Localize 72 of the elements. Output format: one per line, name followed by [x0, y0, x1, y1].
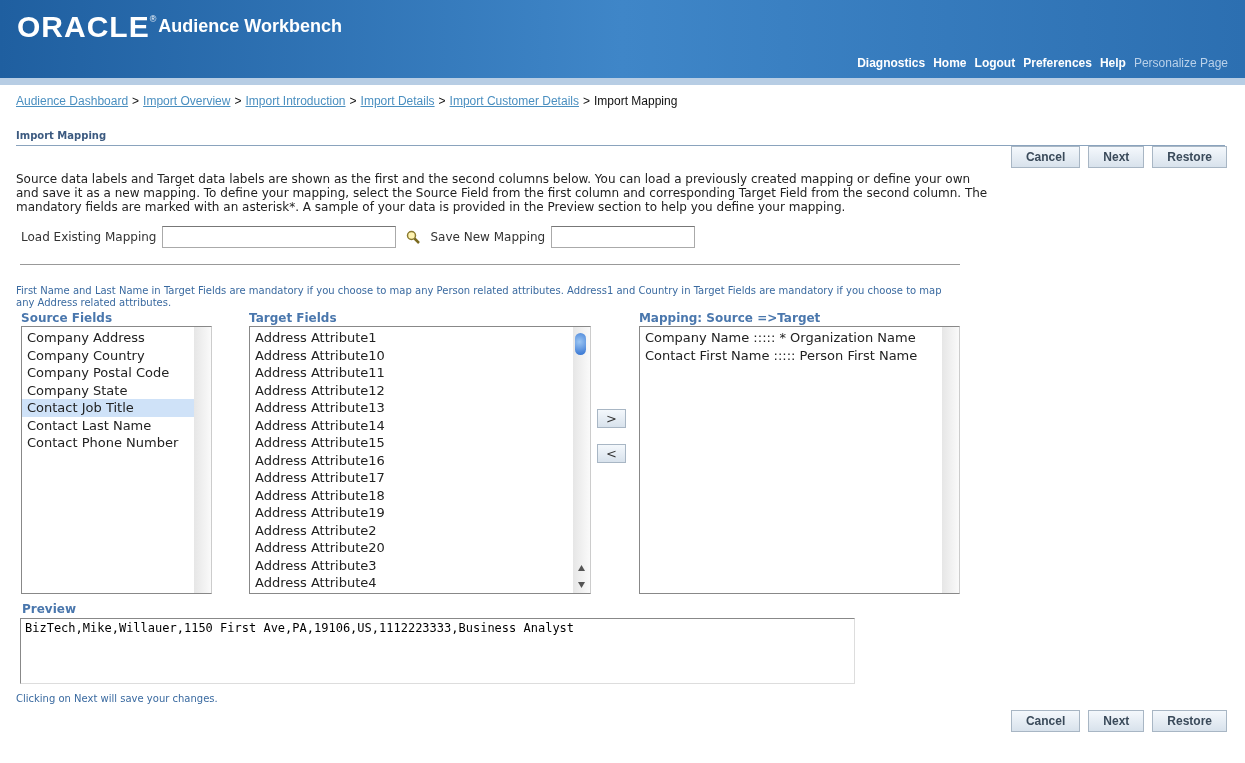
save-mapping-field[interactable] [551, 226, 696, 248]
list-item[interactable]: Company Country [22, 346, 194, 364]
header-link[interactable]: Diagnostics [857, 56, 926, 70]
list-item[interactable]: Address Attribute14 [250, 416, 573, 434]
list-item[interactable]: Address Attribute13 [250, 399, 573, 417]
description-text: Source data labels and Target data labels are shown as the first and the second columns below. You can load a previously created mapping or define your own and save it as a new mapping. To define your mapping, select the Source Field from the first column and corresponding Target Field from the second column. The mandatory fields are marked with an asterisk*. A sample of your data is provided in the Preview section to help you define your mapping. [16, 172, 989, 214]
list-title: Mapping: Source =>Target [638, 311, 822, 325]
breadcrumb-separator: > [234, 94, 242, 108]
scroll-thumb[interactable] [575, 333, 586, 355]
list-item[interactable]: Address Attribute1 [250, 329, 573, 347]
action-button[interactable]: Next [1088, 146, 1145, 168]
list-item[interactable]: Address Attribute11 [250, 364, 573, 382]
breadcrumb-link[interactable]: Import Introduction [245, 94, 346, 108]
breadcrumb-link[interactable]: Import Details [360, 94, 435, 108]
list-item[interactable]: Address Attribute18 [250, 486, 573, 504]
preview-field[interactable]: BizTech,Mike,Willauer,1150 First Ave,PA,19106,US,1112223333,Business Analyst [20, 618, 855, 684]
breadcrumb-separator: > [582, 94, 590, 108]
breadcrumb-separator: > [349, 94, 357, 108]
field-label: Load Existing Mapping [21, 230, 157, 244]
load-mapping-field[interactable] [162, 226, 397, 248]
scrollbar[interactable] [573, 327, 590, 593]
list-item[interactable]: Company Postal Code [22, 364, 194, 382]
header-link[interactable]: Help [1099, 56, 1126, 70]
list-box[interactable]: Company Name ::::: * Organization Name Contact First Name ::::: Person First Name [638, 326, 960, 594]
list-item[interactable]: Address Attribute4 [250, 574, 573, 592]
list-title: Source Fields [21, 311, 114, 325]
preview-title: Preview [22, 602, 77, 616]
list-item[interactable]: Contact First Name ::::: Person First Name [639, 346, 942, 364]
action-button[interactable]: Next [1088, 710, 1145, 732]
list-item[interactable]: Contact Job Title [22, 399, 194, 417]
list-item[interactable]: Address Attribute17 [250, 469, 573, 487]
list-item[interactable]: Address Attribute16 [250, 451, 573, 469]
search-icon[interactable] [406, 230, 421, 244]
list-item[interactable]: Address Attribute10 [250, 346, 573, 364]
list-item[interactable]: Address Attribute19 [250, 504, 573, 522]
breadcrumb-separator: > [438, 94, 446, 108]
footer-note: Clicking on Next will save your changes. [16, 693, 219, 704]
move-button[interactable]: < [597, 444, 626, 463]
header-link[interactable]: Home [933, 56, 967, 70]
breadcrumb-current: Import Mapping [594, 94, 678, 108]
list-item[interactable]: Company State [22, 381, 194, 399]
scrollbar[interactable] [941, 327, 959, 593]
breadcrumb-separator: > [132, 94, 140, 108]
oracle-logo: ORACLE [17, 12, 150, 42]
action-button[interactable]: Restore [1152, 146, 1227, 168]
list-item[interactable]: Company Name ::::: * Organization Name [639, 329, 942, 347]
list-box[interactable]: Company Address Company Country Company Postal Code Company State Contact Job Title Contact Last Name Contact Phone Number [21, 326, 212, 594]
list-item[interactable]: Contact Phone Number [22, 434, 194, 452]
move-button[interactable]: > [597, 409, 626, 428]
scrollbar[interactable] [194, 327, 211, 593]
breadcrumb-link[interactable]: Import Overview [143, 94, 231, 108]
action-button[interactable]: Restore [1152, 710, 1227, 732]
list-box[interactable] [249, 326, 591, 594]
list-item[interactable]: Address Attribute20 [250, 539, 573, 557]
list-item[interactable]: Address Attribute12 [250, 381, 573, 399]
list-title: Target Fields [249, 311, 338, 325]
header-link[interactable]: Preferences [1023, 56, 1092, 70]
list-item[interactable]: Address Attribute3 [250, 556, 573, 574]
field-label: Save New Mapping [430, 230, 546, 244]
list-item[interactable]: Address Attribute2 [250, 521, 573, 539]
breadcrumb-link[interactable]: Audience Dashboard [16, 94, 129, 108]
list-item[interactable]: Company Address [22, 329, 194, 347]
registered-mark: ® [149, 14, 157, 24]
list-item[interactable]: Address Attribute15 [250, 434, 573, 452]
action-button[interactable]: Cancel [1010, 146, 1081, 168]
header-link[interactable]: Logout [974, 56, 1016, 70]
app-title: Audience Workbench [158, 16, 342, 37]
header-link: Personalize Page [1133, 56, 1228, 70]
list-item[interactable]: Contact Last Name [22, 416, 194, 434]
note-text: First Name and Last Name in Target Fields are mandatory if you choose to map any Person related attributes. Address1 and Country in Target Fields are mandatory if you choose to map any Address related attributes. [16, 285, 943, 309]
action-button[interactable]: Cancel [1010, 710, 1081, 732]
breadcrumb-link[interactable]: Import Customer Details [449, 94, 579, 108]
